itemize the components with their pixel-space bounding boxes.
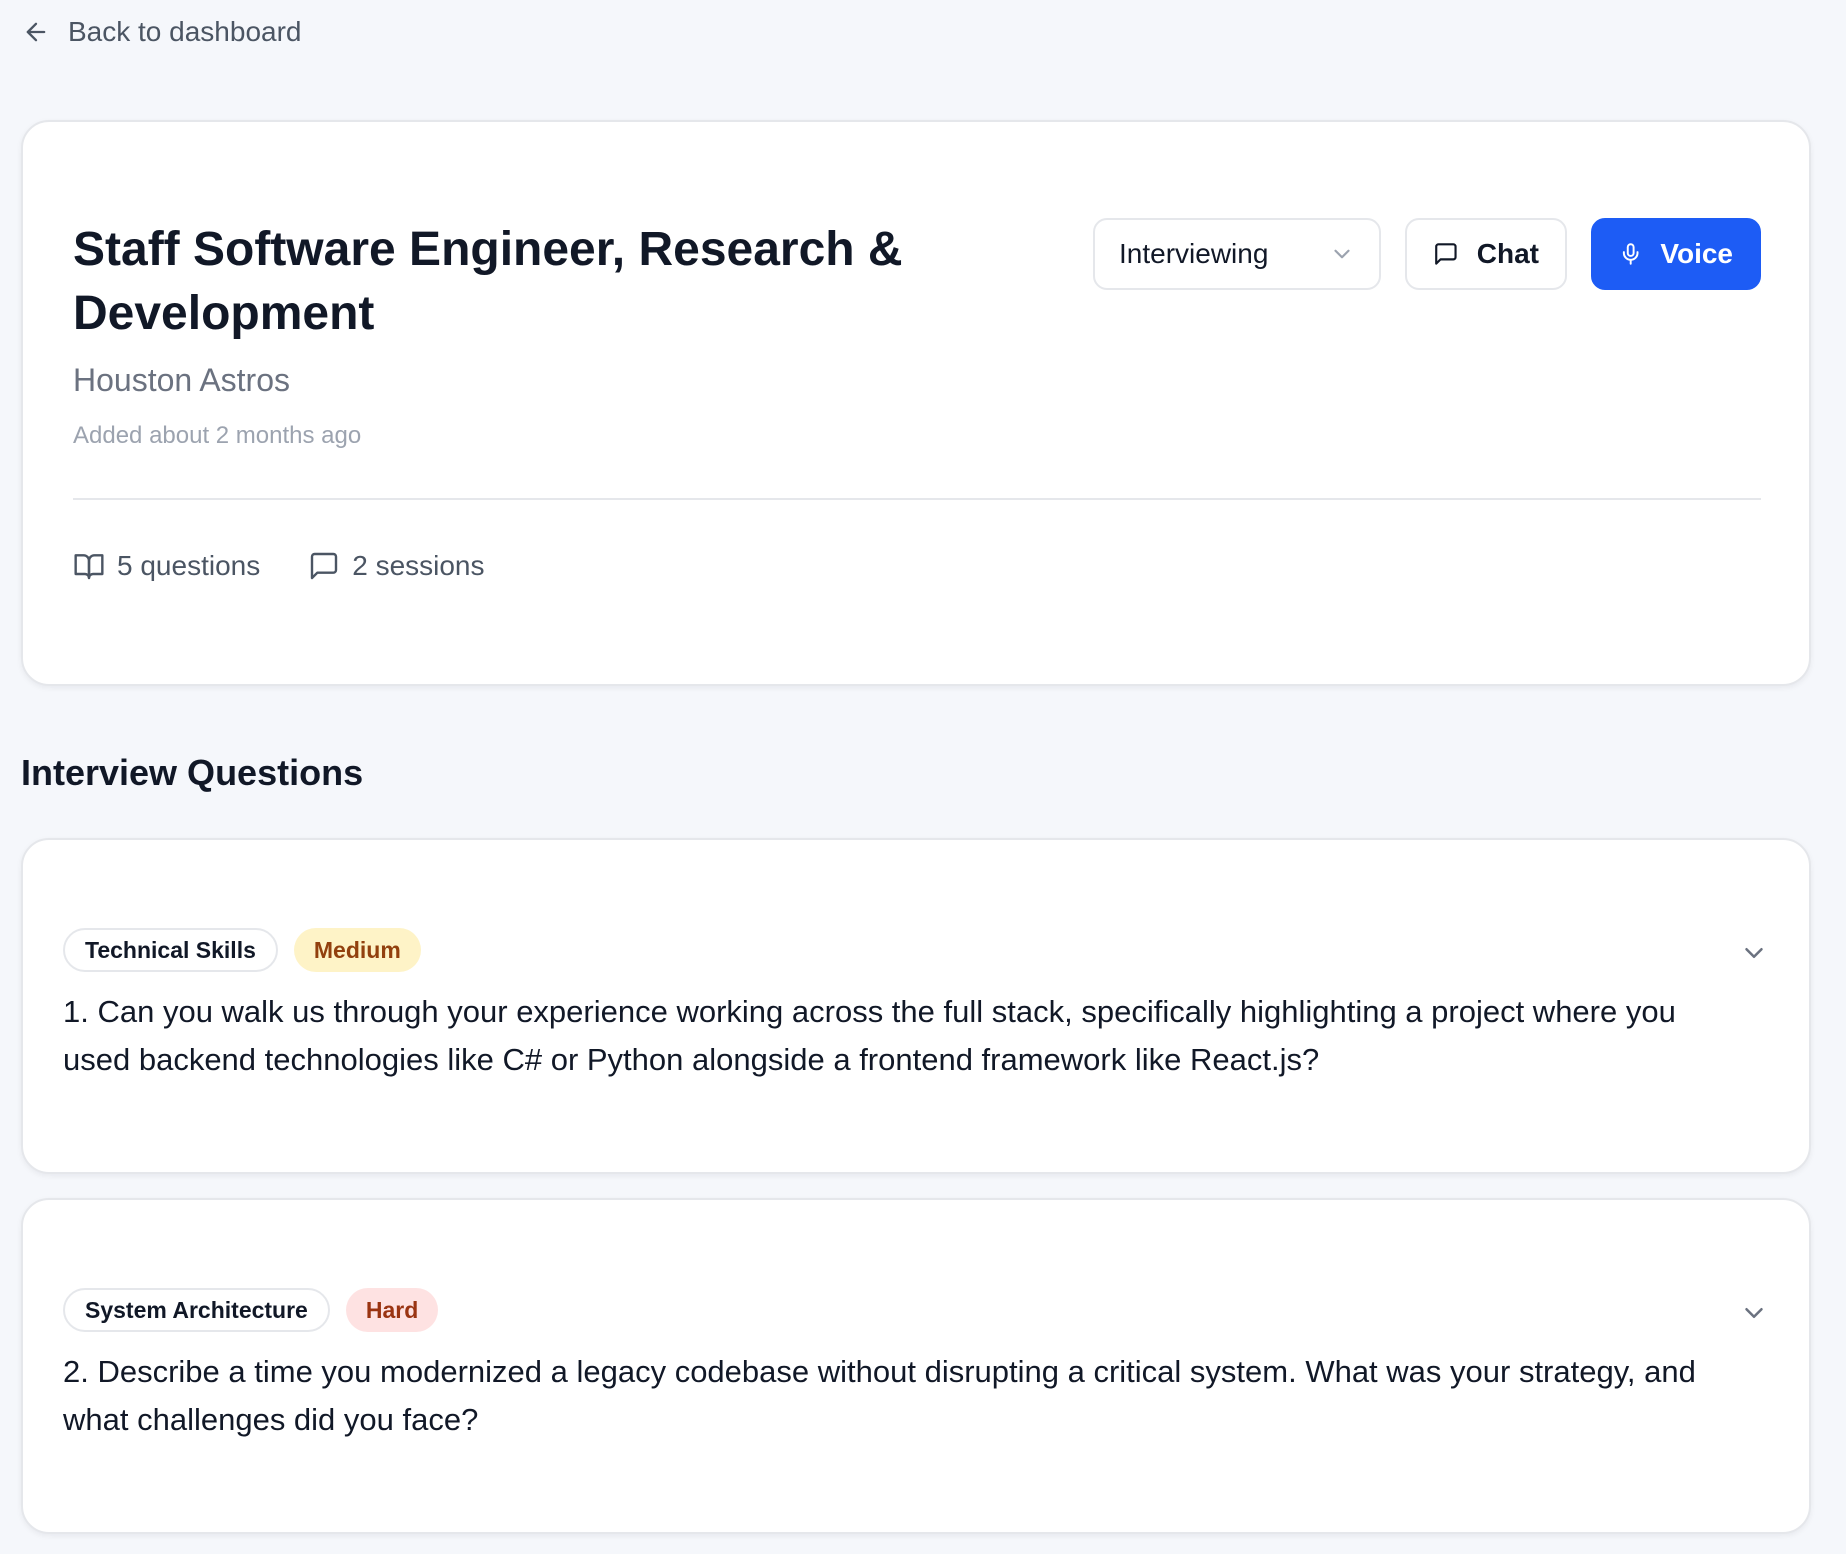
sessions-count: 2 sessions bbox=[352, 550, 485, 581]
book-open-icon bbox=[74, 554, 104, 580]
difficulty-badge: Medium bbox=[293, 928, 421, 972]
added-timestamp: Added about 2 months ago bbox=[73, 422, 362, 449]
question-text: 1. Can you walk us through your experien… bbox=[63, 994, 1676, 1077]
back-to-dashboard-link[interactable]: Back to dashboard bbox=[22, 16, 302, 48]
question-card[interactable]: Technical Skills Medium 1. Can you walk … bbox=[21, 838, 1811, 1174]
status-select[interactable]: Interviewing bbox=[1093, 218, 1381, 290]
microphone-icon bbox=[1622, 243, 1639, 265]
question-text: 2. Describe a time you modernized a lega… bbox=[63, 1354, 1696, 1437]
page: Back to dashboard Staff Software Enginee… bbox=[0, 0, 1846, 1554]
question-tags: System Architecture Hard bbox=[63, 1288, 439, 1332]
chat-label: Chat bbox=[1476, 238, 1539, 269]
chevron-down-icon[interactable] bbox=[1739, 1298, 1769, 1328]
job-card: Staff Software Engineer, Research & Deve… bbox=[21, 120, 1811, 686]
chevron-down-icon[interactable] bbox=[1739, 938, 1769, 968]
job-actions: Interviewing Chat Voice bbox=[1093, 218, 1761, 290]
difficulty-badge: Hard bbox=[345, 1288, 439, 1332]
question-tags: Technical Skills Medium bbox=[63, 928, 421, 972]
questions-stat: 5 questions bbox=[73, 550, 260, 582]
company-name: Houston Astros bbox=[73, 362, 290, 398]
chevron-down-icon bbox=[1334, 249, 1350, 259]
divider bbox=[73, 498, 1761, 500]
message-square-icon bbox=[311, 552, 338, 580]
sessions-stat: 2 sessions bbox=[308, 550, 485, 582]
back-label: Back to dashboard bbox=[68, 16, 302, 47]
category-badge: System Architecture bbox=[63, 1288, 330, 1332]
status-value: Interviewing bbox=[1119, 238, 1269, 269]
chat-button[interactable]: Chat bbox=[1405, 218, 1567, 290]
job-title: Staff Software Engineer, Research & Deve… bbox=[73, 223, 903, 340]
category-badge: Technical Skills bbox=[63, 928, 278, 972]
message-square-icon bbox=[1435, 243, 1457, 265]
voice-label: Voice bbox=[1660, 238, 1733, 269]
arrow-left-icon bbox=[26, 22, 46, 42]
voice-button[interactable]: Voice bbox=[1591, 218, 1761, 290]
questions-count: 5 questions bbox=[117, 550, 261, 581]
section-title: Interview Questions bbox=[21, 752, 364, 793]
job-stats: 5 questions 2 sessions bbox=[73, 550, 485, 582]
question-card[interactable]: System Architecture Hard 2. Describe a t… bbox=[21, 1198, 1811, 1534]
